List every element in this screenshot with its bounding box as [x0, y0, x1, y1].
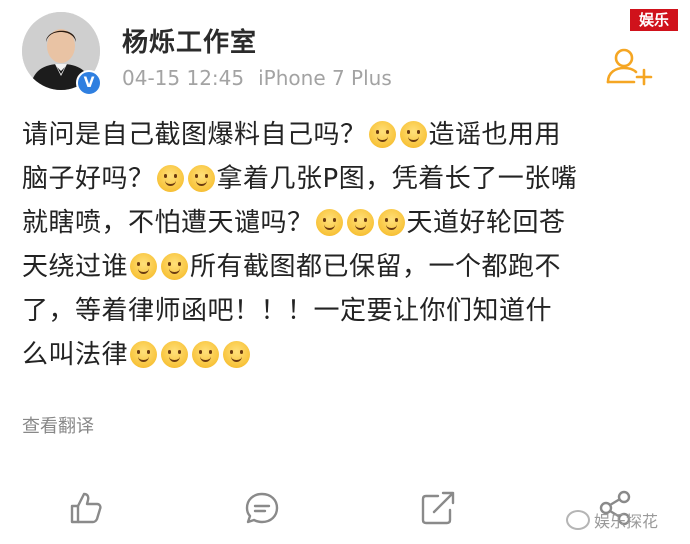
smile-emoji-icon [130, 253, 158, 280]
source-watermark: 娱乐探花 [566, 508, 658, 532]
smile-emoji-icon [130, 341, 158, 368]
post-text-line: 脑子好吗？ 拿着几张P图，凭着长了一张嘴 [22, 157, 672, 201]
smile-emoji-icon [223, 341, 251, 368]
smile-emoji-icon [368, 121, 396, 148]
post-text-segment: 所有截图都已保留，一个都跑不 [190, 252, 562, 282]
weibo-post-card: V 杨烁工作室 04-15 12:45 iPhone 7 Plus 娱乐 请问是自… [0, 0, 690, 544]
smile-emoji-icon [315, 209, 343, 236]
smile-emoji-icon [161, 253, 189, 280]
smile-emoji-icon [399, 121, 427, 148]
comment-icon [245, 492, 279, 524]
smile-emoji-icon [156, 165, 184, 192]
repost-icon [421, 491, 455, 525]
post-text-segment: 脑子好吗？ [22, 164, 155, 194]
smile-emoji-icon [346, 209, 374, 236]
smile-emoji-icon [192, 341, 220, 368]
post-time: 04-15 12:45 [122, 66, 245, 90]
post-text-line: 么叫法律 [22, 333, 672, 377]
post-device: iPhone 7 Plus [258, 66, 392, 90]
weibo-logo-icon [566, 510, 590, 530]
post-text-segment: 拿着几张P图，凭着长了一张嘴 [216, 164, 578, 194]
post-text-segment: 天道好轮回苍 [406, 208, 566, 238]
post-text-segment: 了，等着律师函吧！！！一定要让你们知道什 [22, 296, 553, 326]
add-user-icon [606, 48, 653, 86]
smile-emoji-icon [377, 209, 405, 236]
like-icon [70, 492, 102, 524]
source-watermark-text: 娱乐探花 [594, 512, 659, 531]
post-meta: 04-15 12:45 iPhone 7 Plus [122, 66, 392, 90]
post-text-segment: 么叫法律 [22, 340, 129, 370]
smile-emoji-icon [161, 341, 189, 368]
post-text: 请问是自己截图爆料自己吗？ 造谣也用用脑子好吗？ 拿着几张P图，凭着长了一张嘴就瞎喷… [22, 113, 672, 377]
verified-badge: V [76, 70, 102, 96]
like-button[interactable] [66, 488, 106, 528]
comment-button[interactable] [242, 488, 282, 528]
post-text-line: 了，等着律师函吧！！！一定要让你们知道什 [22, 289, 672, 333]
post-text-segment: 天绕过谁 [22, 252, 129, 282]
post-text-line: 请问是自己截图爆料自己吗？ 造谣也用用 [22, 113, 672, 157]
translate-link[interactable]: 查看翻译 [22, 412, 94, 438]
repost-button[interactable] [418, 488, 458, 528]
post-text-segment: 造谣也用用 [428, 120, 562, 150]
post-text-line: 就瞎喷，不怕遭天谴吗？ 天道好轮回苍 [22, 201, 672, 245]
post-text-segment: 请问是自己截图爆料自己吗？ [22, 120, 367, 150]
action-bar [0, 470, 690, 544]
watermark-tag: 娱乐 [630, 9, 678, 31]
post-text-segment: 就瞎喷，不怕遭天谴吗？ [22, 208, 314, 238]
smile-emoji-icon [187, 165, 215, 192]
author-name[interactable]: 杨烁工作室 [122, 22, 257, 59]
post-text-line: 天绕过谁 所有截图都已保留，一个都跑不 [22, 245, 672, 289]
follow-button[interactable] [604, 46, 656, 86]
